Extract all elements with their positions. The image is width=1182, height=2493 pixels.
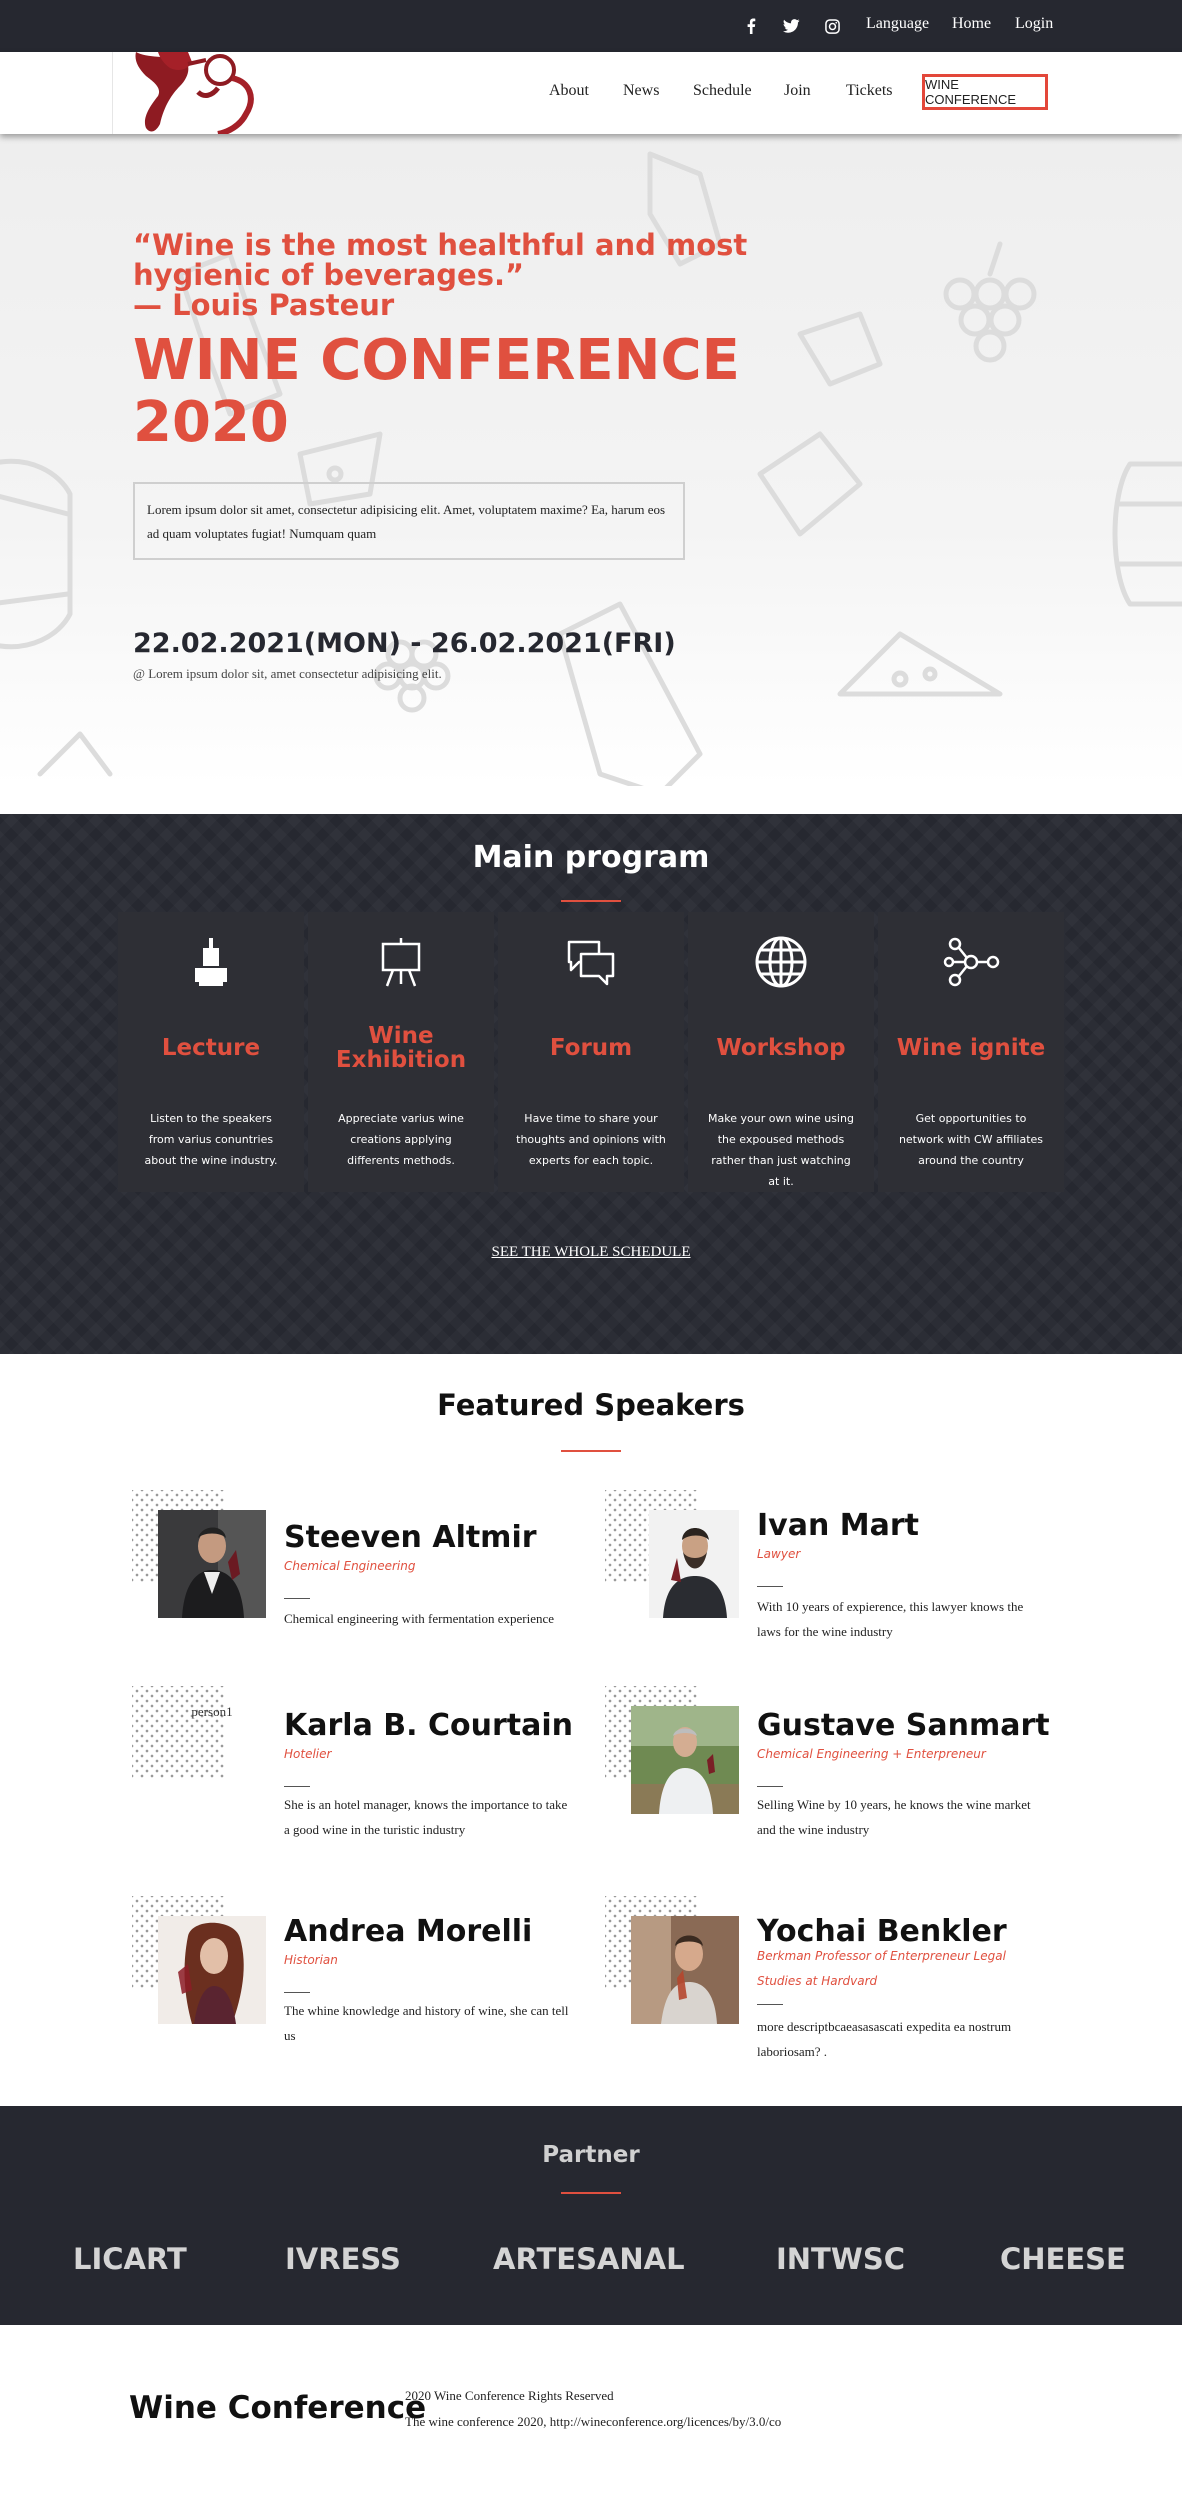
- program-title-underline: [561, 900, 621, 902]
- speaker-desc: Chemical engineering with fermentation e…: [284, 1611, 554, 1626]
- speaker-photo: [631, 1706, 739, 1814]
- hero-quote: “Wine is the most healthful and most hyg…: [133, 228, 748, 292]
- program-title: Main program: [472, 840, 710, 875]
- twitter-icon[interactable]: [781, 16, 801, 36]
- speaker-name: Karla B. Courtain: [284, 1708, 573, 1743]
- program-card-desc: Listen to the speakers from varius conun…: [144, 1112, 278, 1167]
- nav-divider: [112, 52, 113, 134]
- main-navbar: About News Schedule Join Tickets WINE CO…: [0, 52, 1182, 137]
- program-card-wine-ignite[interactable]: Wine ignite Get opportunities to network…: [878, 912, 1064, 1192]
- login-link[interactable]: Login: [1015, 15, 1053, 33]
- speaker-role: Chemical Engineering: [284, 1559, 416, 1573]
- speaker-desc: Selling Wine by 10 years, he knows the w…: [757, 1797, 1031, 1837]
- top-bar: Language Home Login: [0, 0, 1182, 52]
- partner-logo-intwsc[interactable]: INTWSC: [776, 2242, 905, 2276]
- footer-rights: 2020 Wine Conference Rights Reserved: [405, 2388, 614, 2403]
- speaker-photo: [158, 1510, 266, 1618]
- nav-join[interactable]: Join: [784, 82, 811, 100]
- speaker-card[interactable]: Andrea Morelli Historian The whine knowl…: [132, 1896, 602, 2086]
- speaker-name: Steeven Altmir: [284, 1520, 537, 1555]
- speaker-photo: [649, 1510, 739, 1618]
- speaker-divider: [757, 2004, 783, 2005]
- program-card-title: Wine ignite: [896, 1035, 1046, 1061]
- hero-quote-author: — Louis Pasteur: [133, 288, 395, 322]
- speakers-title: Featured Speakers: [437, 1388, 745, 1422]
- program-card-lecture[interactable]: Lecture Listen to the speakers from vari…: [118, 912, 304, 1192]
- speaker-role: Chemical Engineering + Enterpreneur: [757, 1747, 986, 1761]
- program-card-forum[interactable]: Forum Have time to share your thoughts a…: [498, 912, 684, 1192]
- nav-news[interactable]: News: [623, 82, 659, 100]
- wine-conference-button[interactable]: WINE CONFERENCE: [922, 74, 1048, 110]
- partner-title-underline: [561, 2192, 621, 2194]
- see-schedule-link[interactable]: SEE THE WHOLE SCHEDULE: [0, 1244, 1182, 1261]
- partner-section: Partner LICART IVRESS ARTESANAL INTWSC C…: [0, 2106, 1182, 2325]
- speaker-role: Berkman Professor of Enterpreneur Legal …: [757, 1949, 1006, 1988]
- instagram-icon[interactable]: [822, 16, 842, 36]
- speaker-role: Lawyer: [757, 1547, 801, 1561]
- hero-intro-box: Lorem ipsum dolor sit amet, consectetur …: [133, 482, 685, 560]
- speakers-title-underline: [561, 1450, 621, 1452]
- image-alt-text: person1: [191, 1704, 233, 1719]
- program-card-desc: Get opportunities to network with CW aff…: [898, 1112, 1044, 1167]
- program-card-workshop[interactable]: Workshop Make your own wine using the ex…: [688, 912, 874, 1192]
- footer-license: The wine conference 2020, http://winecon…: [405, 2414, 782, 2429]
- wine-logo[interactable]: [128, 52, 288, 137]
- hero-section: “Wine is the most healthful and most hyg…: [0, 134, 1182, 786]
- speaker-divider: [284, 1786, 310, 1787]
- speaker-divider: [757, 1586, 783, 1587]
- speaker-role: Hotelier: [284, 1747, 332, 1761]
- home-link[interactable]: Home: [952, 15, 991, 33]
- speaker-card[interactable]: Ivan Mart Lawyer With 10 years of expier…: [605, 1490, 1075, 1680]
- event-dates: 22.02.2021(MON) - 26.02.2021(FRI): [133, 628, 676, 659]
- speaker-photo: [631, 1916, 739, 2024]
- speaker-card[interactable]: Steeven Altmir Chemical Engineering Chem…: [132, 1490, 602, 1680]
- speaker-card[interactable]: person1 Karla B. Courtain Hotelier She i…: [132, 1686, 602, 1876]
- speaker-card[interactable]: Gustave Sanmart Chemical Engineering + E…: [605, 1686, 1075, 1876]
- speaker-divider: [284, 1992, 310, 1993]
- program-card-title: Workshop: [716, 1035, 846, 1061]
- nav-tickets[interactable]: Tickets: [846, 82, 893, 100]
- speaker-name: Andrea Morelli: [284, 1914, 533, 1949]
- program-card-desc: Have time to share your thoughts and opi…: [516, 1112, 666, 1167]
- speaker-divider: [757, 1786, 783, 1787]
- chat-bubbles-icon: [498, 932, 684, 992]
- speaker-desc: more descriptbcaeasasascati expedita ea …: [757, 2019, 1012, 2059]
- event-location: @ Lorem ipsum dolor sit, amet consectetu…: [133, 666, 442, 681]
- program-card-title: Lecture: [161, 1035, 261, 1061]
- partner-logo-artesanal[interactable]: ARTESANAL: [493, 2242, 685, 2276]
- globe-icon: [688, 932, 874, 992]
- partner-logo-ivress[interactable]: IVRESS: [285, 2242, 401, 2276]
- main-program-section: Main program Lecture Listen to the speak…: [0, 814, 1182, 1354]
- speaker-photo-broken: person1: [158, 1686, 266, 1794]
- network-icon: [878, 932, 1064, 992]
- speaker-desc: The whine knowledge and history of wine,…: [284, 2003, 569, 2043]
- hero-title: WINE CONFERENCE 2020: [133, 328, 740, 455]
- facebook-icon[interactable]: [741, 16, 761, 36]
- partner-title: Partner: [542, 2142, 640, 2168]
- nav-schedule[interactable]: Schedule: [693, 82, 752, 100]
- program-card-desc: Appreciate varius wine creations applyin…: [338, 1112, 464, 1167]
- speaker-divider: [284, 1598, 310, 1599]
- easel-board-icon: [308, 932, 494, 992]
- speaker-name: Ivan Mart: [757, 1508, 919, 1543]
- program-card-title: Forum: [549, 1035, 633, 1061]
- partner-logo-licart[interactable]: LICART: [73, 2242, 187, 2276]
- speaker-name: Gustave Sanmart: [757, 1708, 1050, 1743]
- program-card-desc: Make your own wine using the expoused me…: [708, 1112, 854, 1188]
- speaker-desc: She is an hotel manager, knows the impor…: [284, 1797, 568, 1837]
- nav-about[interactable]: About: [549, 82, 589, 100]
- speaker-card[interactable]: Yochai Benkler Berkman Professor of Ente…: [605, 1896, 1075, 2086]
- speaker-role: Historian: [284, 1953, 338, 1967]
- program-card-title: Wine Exhibition: [335, 1023, 467, 1073]
- speaker-desc: With 10 years of expierence, this lawyer…: [757, 1599, 1024, 1639]
- partner-logo-cheese[interactable]: CHEESE: [1000, 2242, 1126, 2276]
- language-link[interactable]: Language: [866, 15, 929, 33]
- lectern-icon: [118, 932, 304, 992]
- program-card-wine-exhibition[interactable]: Wine Exhibition Appreciate varius wine c…: [308, 912, 494, 1192]
- footer-brand: Wine Conference: [129, 2390, 427, 2426]
- speaker-photo: [158, 1916, 266, 2024]
